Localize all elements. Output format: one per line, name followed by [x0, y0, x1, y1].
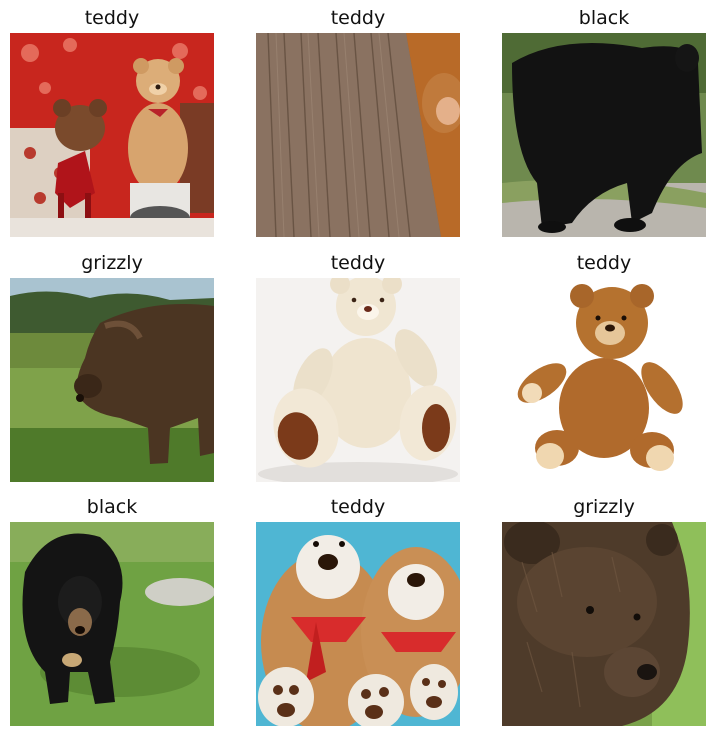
- image-label: teddy: [84, 7, 140, 29]
- teddy-bears-gift-photo: [10, 33, 214, 237]
- teddy-pair-ribbons-photo: [256, 522, 460, 726]
- white-teddy-photo: [256, 278, 460, 482]
- grizzly-bear-field-photo: [10, 278, 214, 482]
- black-bear-walking-photo: [502, 33, 706, 237]
- image-label: teddy: [576, 252, 632, 274]
- image-label: black: [578, 7, 630, 29]
- image-label: teddy: [330, 7, 386, 29]
- grizzly-bear-closeup-photo: [502, 522, 706, 726]
- brown-teddy-photo: [502, 278, 706, 482]
- teddy-behind-wood-photo: [256, 33, 460, 237]
- image-label: teddy: [330, 252, 386, 274]
- black-bear-grass-photo: [10, 522, 214, 726]
- image-label: teddy: [330, 496, 386, 518]
- image-label: black: [86, 496, 138, 518]
- image-label: grizzly: [81, 252, 143, 274]
- image-label: grizzly: [573, 496, 635, 518]
- image-grid: teddy teddy black grizzly teddy teddy bl…: [0, 0, 716, 736]
